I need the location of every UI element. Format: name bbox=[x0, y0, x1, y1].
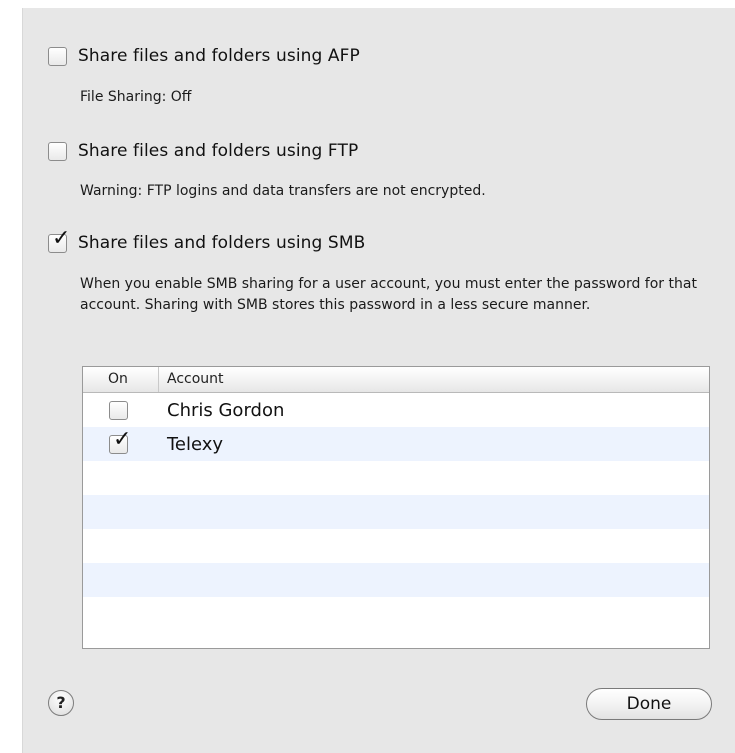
afp-checkbox[interactable] bbox=[48, 46, 67, 66]
ftp-label: Share files and folders using FTP bbox=[78, 141, 359, 161]
account-enable-checkbox[interactable]: ✓ bbox=[109, 428, 131, 454]
afp-option[interactable]: Share files and folders using AFP bbox=[48, 46, 360, 66]
ftp-option[interactable]: Share files and folders using FTP bbox=[48, 141, 358, 161]
column-header-account[interactable]: Account bbox=[159, 367, 709, 392]
account-name: Telexy bbox=[167, 433, 224, 455]
smb-description-text: When you enable SMB sharing for a user a… bbox=[80, 276, 697, 313]
checkmark-icon: ✓ bbox=[113, 426, 132, 452]
table-header: On Account bbox=[83, 367, 709, 393]
ftp-warning-text: Warning: FTP logins and data transfers a… bbox=[80, 183, 486, 199]
table-row[interactable]: Chris Gordon bbox=[83, 393, 709, 427]
help-button[interactable]: ? bbox=[48, 690, 74, 716]
empty-row bbox=[83, 495, 709, 529]
account-name: Chris Gordon bbox=[167, 399, 285, 421]
afp-status-text: File Sharing: Off bbox=[80, 89, 192, 105]
column-header-on[interactable]: On bbox=[83, 367, 159, 392]
smb-label: Share files and folders using SMB bbox=[78, 233, 366, 253]
empty-row bbox=[83, 461, 709, 495]
row-checkbox-cell bbox=[83, 400, 159, 420]
row-checkbox-cell: ✓ bbox=[83, 428, 159, 454]
smb-checkbox[interactable]: ✓ bbox=[48, 227, 70, 253]
afp-label: Share files and folders using AFP bbox=[78, 46, 360, 66]
accounts-table: On Account Chris Gordon ✓ Telexy bbox=[82, 366, 710, 649]
empty-row bbox=[83, 529, 709, 563]
table-row[interactable]: ✓ Telexy bbox=[83, 427, 709, 461]
checkmark-icon: ✓ bbox=[52, 225, 71, 251]
empty-row bbox=[83, 597, 709, 631]
empty-row bbox=[83, 563, 709, 597]
smb-option[interactable]: ✓ Share files and folders using SMB bbox=[48, 227, 366, 253]
ftp-checkbox[interactable] bbox=[48, 141, 67, 161]
done-button[interactable]: Done bbox=[586, 688, 712, 720]
account-enable-checkbox[interactable] bbox=[109, 400, 128, 420]
